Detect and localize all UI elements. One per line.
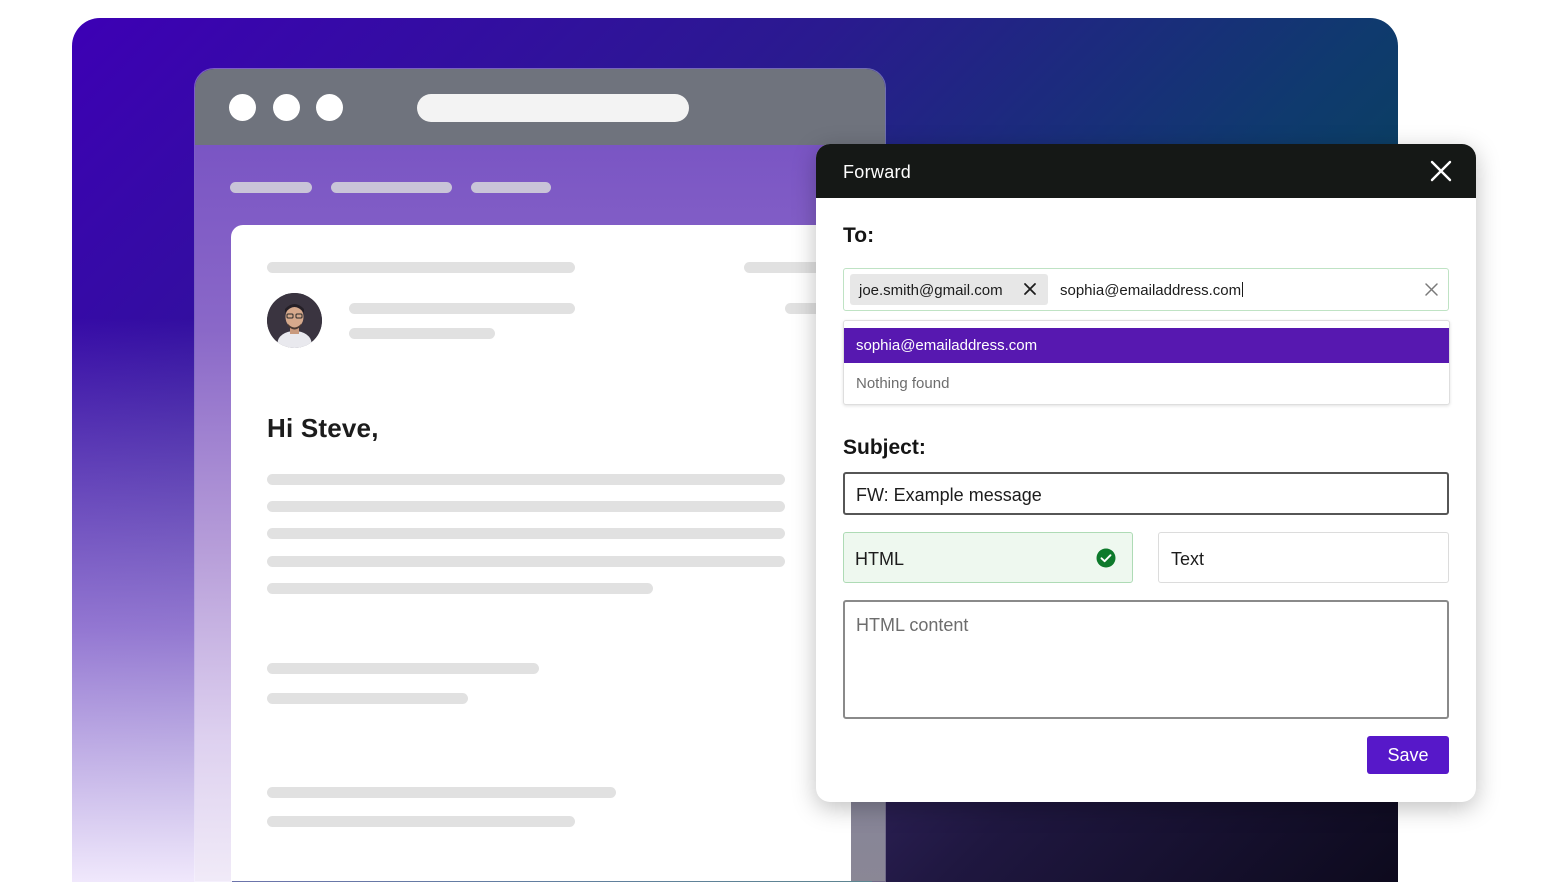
sender-placeholder xyxy=(349,303,575,314)
subject-label: Subject: xyxy=(843,436,926,459)
recipient-chip: joe.smith@gmail.com xyxy=(850,274,1048,305)
body-line-placeholder xyxy=(267,528,785,539)
body-line-placeholder xyxy=(267,474,785,485)
format-text-label: Text xyxy=(1171,549,1205,569)
close-button[interactable] xyxy=(1428,158,1454,184)
window-dot-maximize[interactable] xyxy=(316,94,343,121)
browser-window: Hi Steve, xyxy=(194,68,886,882)
subject-input[interactable]: FW: Example message xyxy=(843,472,1449,515)
content-placeholder: HTML content xyxy=(856,615,969,635)
clear-input-icon xyxy=(1425,283,1438,296)
nav-placeholder xyxy=(331,182,452,193)
remove-chip-icon xyxy=(1024,283,1036,295)
window-dot-minimize[interactable] xyxy=(273,94,300,121)
check-circle-icon xyxy=(1096,548,1116,568)
recipients-input[interactable]: joe.smith@gmail.com sophia@emailaddress.… xyxy=(843,268,1449,311)
subject-value: FW: Example message xyxy=(856,485,1042,505)
person-avatar-icon xyxy=(267,293,322,348)
body-line-placeholder xyxy=(267,501,785,512)
subject-placeholder xyxy=(267,262,575,273)
body-line-placeholder xyxy=(267,556,785,567)
body-line-placeholder xyxy=(267,663,539,674)
to-label: To: xyxy=(843,224,875,247)
recipient-chip-label: joe.smith@gmail.com xyxy=(859,282,1003,299)
dialog-title: Forward xyxy=(843,162,912,182)
suggestion-option-label: sophia@emailaddress.com xyxy=(856,337,1038,354)
recipient-search-text[interactable]: sophia@emailaddress.com xyxy=(1060,282,1244,299)
email-greeting: Hi Steve, xyxy=(267,413,379,443)
avatar xyxy=(267,293,322,348)
recipient-placeholder xyxy=(349,328,495,339)
nav-placeholder xyxy=(230,182,312,193)
remove-chip-button[interactable] xyxy=(1022,281,1038,297)
nav-placeholder xyxy=(471,182,551,193)
recipient-typed-value: sophia@emailaddress.com xyxy=(1060,282,1242,299)
address-bar[interactable] xyxy=(417,94,689,122)
recipient-suggestions: sophia@emailaddress.com Nothing found xyxy=(843,320,1450,405)
format-html-option[interactable]: HTML xyxy=(843,532,1133,583)
format-text-option[interactable]: Text xyxy=(1158,532,1449,583)
save-button[interactable]: Save xyxy=(1367,736,1449,774)
dialog-header: Forward xyxy=(816,144,1476,198)
no-results-text: Nothing found xyxy=(856,375,950,392)
text-caret xyxy=(1242,282,1244,297)
clear-input-button[interactable] xyxy=(1424,282,1439,297)
format-html-label: HTML xyxy=(855,549,904,569)
email-view: Hi Steve, xyxy=(231,225,855,881)
close-icon xyxy=(1430,160,1452,182)
window-dot-close[interactable] xyxy=(229,94,256,121)
body-line-placeholder xyxy=(267,787,616,798)
browser-titlebar xyxy=(195,69,885,145)
forward-dialog: Forward To: joe.smith@gmail.com sophia@e… xyxy=(816,144,1476,802)
suggestion-option[interactable]: sophia@emailaddress.com xyxy=(844,328,1449,363)
body-line-placeholder xyxy=(267,693,468,704)
body-line-placeholder xyxy=(267,583,653,594)
html-content-textarea[interactable]: HTML content xyxy=(843,600,1449,719)
body-line-placeholder xyxy=(267,816,575,827)
